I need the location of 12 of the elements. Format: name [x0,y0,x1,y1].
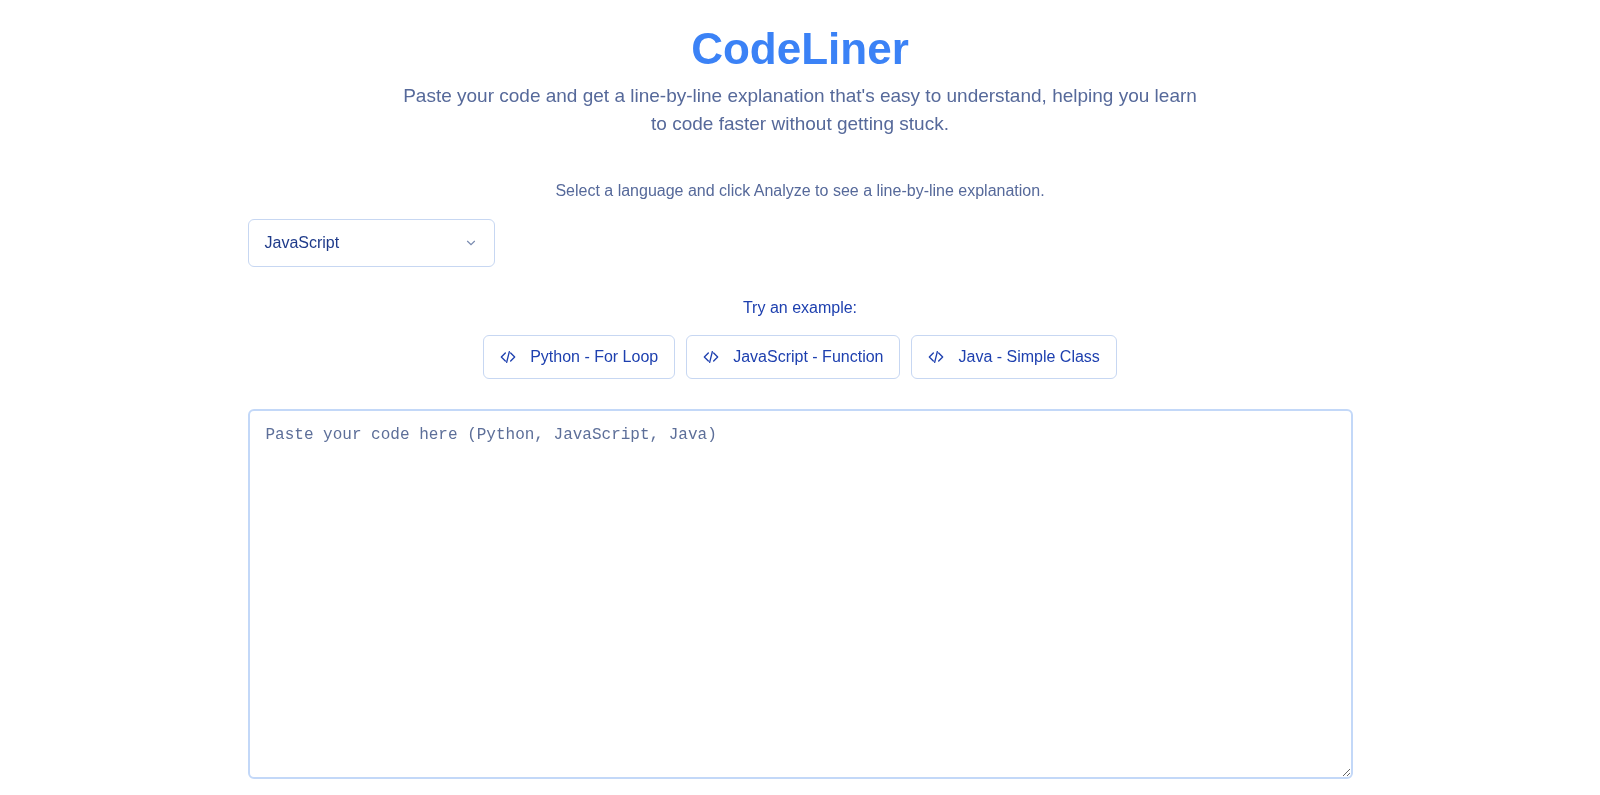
code-icon [928,349,945,365]
example-button[interactable]: Java - Simple Class [911,335,1117,379]
example-button[interactable]: Python - For Loop [483,335,676,379]
code-input-field[interactable]: Paste your code here (Python, JavaScript, Java) [247,409,1353,779]
example-button[interactable]: JavaScript - Function [686,335,901,379]
instruction-text: Select a language and click Analyze to see a line-by-line explanation. [555,181,1045,201]
app-title: CodeLiner [691,23,909,75]
examples-label: Try an example: [742,298,858,318]
language-select[interactable]: JavaScript [247,219,495,267]
code-icon [500,349,517,365]
app-subtitle: Paste your code and get a line-by-line explanation that's easy to understand, helping you learn to code faster without getting stuck. [402,84,1198,136]
code-icon [703,349,720,365]
